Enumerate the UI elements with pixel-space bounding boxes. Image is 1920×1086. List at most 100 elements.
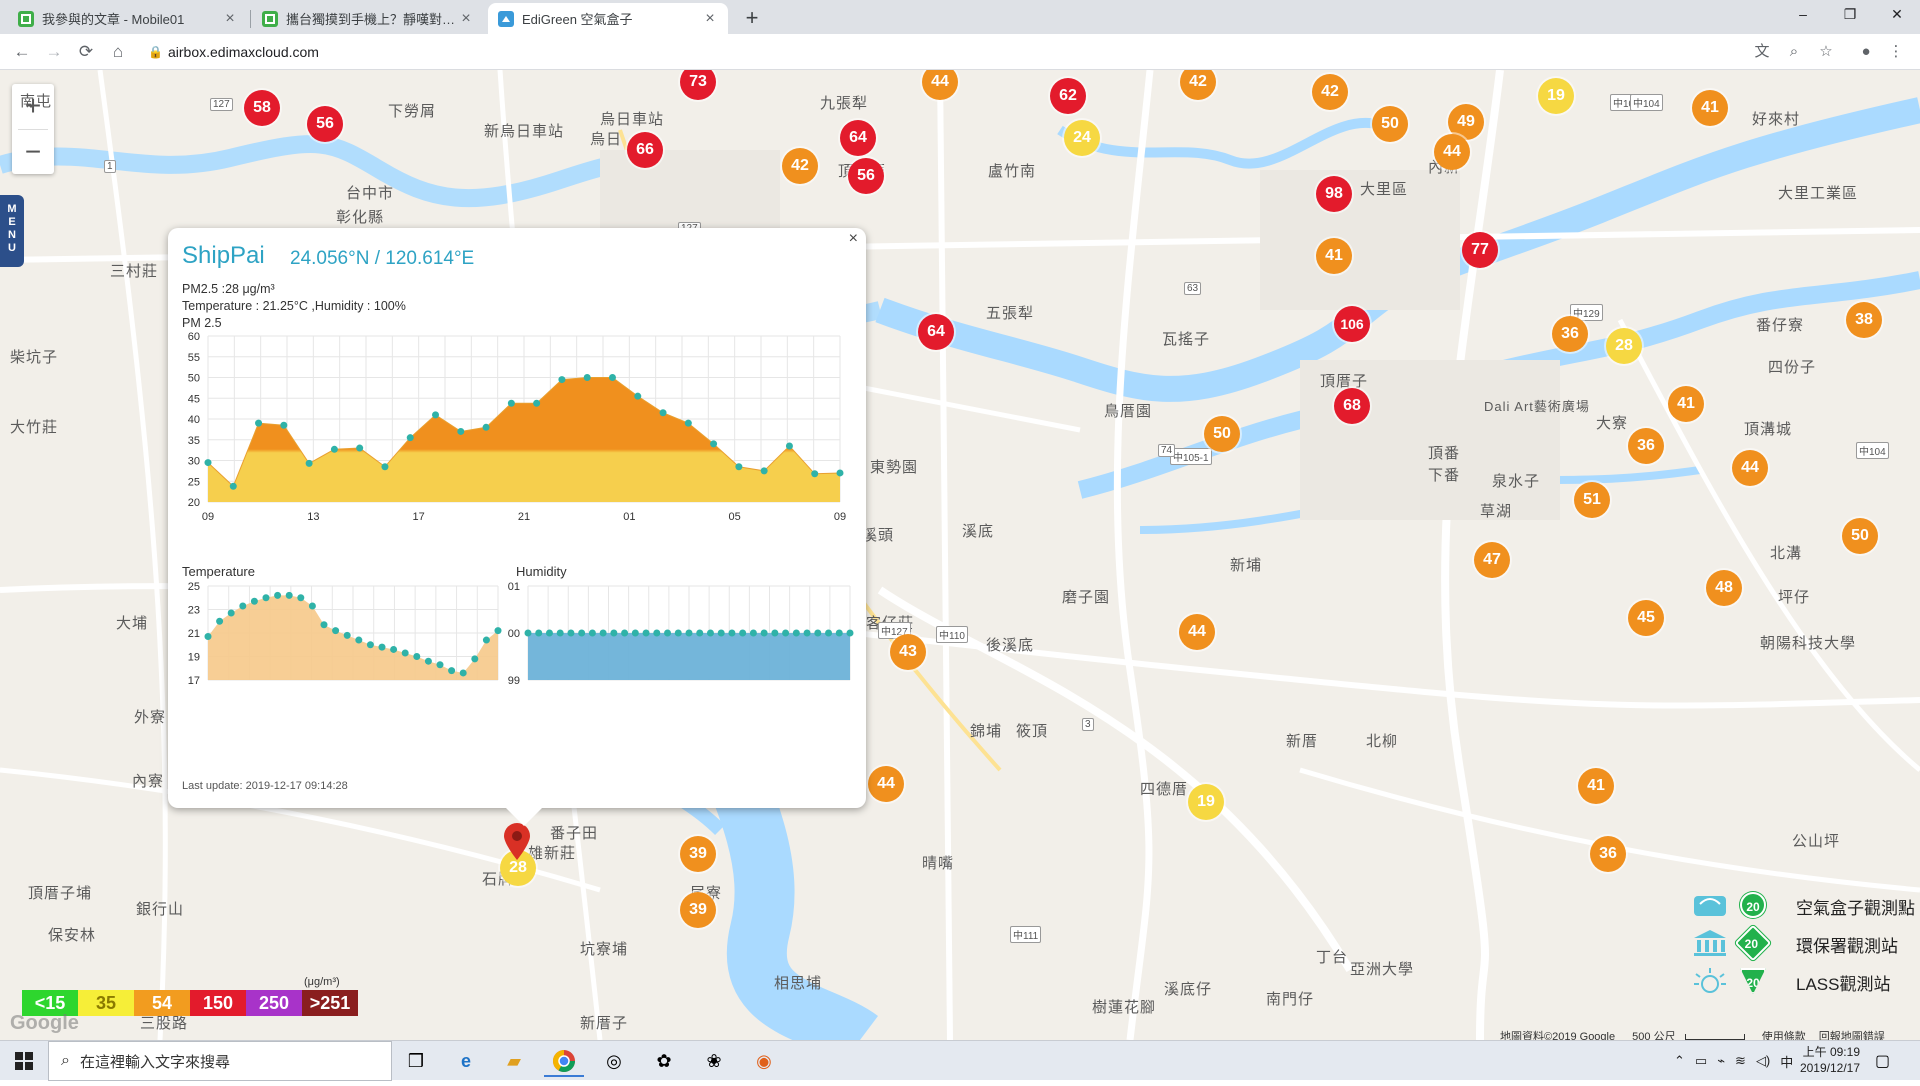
power-icon[interactable]: ⌁ bbox=[1717, 1053, 1725, 1069]
airbox-marker[interactable]: 38 bbox=[1846, 302, 1882, 338]
back-icon[interactable]: ← bbox=[8, 38, 36, 66]
scale-label[interactable]: 500 公尺 bbox=[1632, 1031, 1675, 1040]
chrome-icon[interactable] bbox=[544, 1045, 584, 1077]
app-icon-4[interactable]: ◉ bbox=[744, 1045, 784, 1077]
data-point bbox=[717, 629, 725, 637]
airbox-marker[interactable]: 51 bbox=[1574, 482, 1610, 518]
zoom-out-button[interactable]: − bbox=[12, 130, 54, 175]
airbox-marker[interactable]: 66 bbox=[627, 132, 663, 168]
airbox-marker[interactable]: 77 bbox=[1462, 232, 1498, 268]
airbox-marker[interactable]: 44 bbox=[1434, 134, 1470, 170]
wifi-icon[interactable]: ≋ bbox=[1735, 1053, 1746, 1069]
airbox-marker[interactable]: 28 bbox=[1606, 328, 1642, 364]
windows-start-icon[interactable] bbox=[0, 1041, 48, 1081]
map-canvas[interactable]: + − M E N U 南屯九張犁下勞屑烏日烏日車站新烏日車站台中市彰化縣頂前厝… bbox=[0, 70, 1920, 1040]
more-menu-icon[interactable]: ⋮ bbox=[1886, 42, 1906, 62]
task-view-icon[interactable]: ❒ bbox=[396, 1045, 436, 1077]
road-shield: 1 bbox=[104, 160, 116, 173]
place-label: 丁台 bbox=[1316, 949, 1349, 966]
app-icon-2[interactable]: ✿ bbox=[644, 1045, 684, 1077]
terms-link[interactable]: 使用條款 bbox=[1762, 1031, 1806, 1040]
airbox-marker[interactable]: 50 bbox=[1842, 518, 1878, 554]
y-tick-label: 17 bbox=[188, 675, 200, 687]
station-type-airbox[interactable]: 20 空氣盒子觀測點 bbox=[1690, 890, 1915, 920]
airbox-marker[interactable]: 106 bbox=[1334, 306, 1370, 342]
app-icon-1[interactable]: ◎ bbox=[594, 1045, 634, 1077]
place-label: 頂番 bbox=[1428, 445, 1461, 462]
translate-icon[interactable]: 文 bbox=[1752, 42, 1772, 62]
airbox-marker[interactable]: 19 bbox=[1538, 78, 1574, 114]
profile-icon[interactable]: ● bbox=[1856, 42, 1876, 62]
road-shield: 中105-1 bbox=[1170, 448, 1212, 465]
airbox-marker[interactable]: 64 bbox=[918, 314, 954, 350]
taskbar-search[interactable]: ⌕ 在這裡輸入文字來搜尋 bbox=[48, 1041, 392, 1081]
x-tick-label: 09 bbox=[202, 511, 214, 523]
airbox-marker[interactable]: 36 bbox=[1628, 428, 1664, 464]
tab-mobile01-news[interactable]: 攜台獨摸到手機上？靜嘆對中國有... × bbox=[252, 3, 484, 34]
airbox-marker[interactable]: 36 bbox=[1590, 836, 1626, 872]
airbox-marker[interactable]: 41 bbox=[1668, 386, 1704, 422]
airbox-marker[interactable]: 44 bbox=[1732, 450, 1768, 486]
station-type-epa[interactable]: 20 環保署觀測站 bbox=[1690, 924, 1898, 962]
new-tab-button[interactable]: + bbox=[738, 5, 766, 33]
airbox-marker[interactable]: 44 bbox=[1179, 614, 1215, 650]
close-tab-icon[interactable]: × bbox=[458, 10, 474, 28]
close-window-button[interactable]: ✕ bbox=[1874, 0, 1920, 30]
close-tab-icon[interactable]: × bbox=[702, 10, 718, 28]
airbox-marker[interactable]: 36 bbox=[1552, 316, 1588, 352]
maximize-button[interactable]: ❐ bbox=[1827, 0, 1873, 30]
notification-icon[interactable]: ▢ bbox=[1875, 1051, 1897, 1071]
airbox-marker[interactable]: 42 bbox=[782, 148, 818, 184]
airbox-marker[interactable]: 62 bbox=[1050, 78, 1086, 114]
airbox-marker[interactable]: 56 bbox=[848, 158, 884, 194]
edge-icon[interactable]: e bbox=[446, 1045, 486, 1077]
bookmark-star-icon[interactable]: ☆ bbox=[1816, 42, 1836, 62]
y-tick-label: 100 bbox=[508, 628, 520, 640]
airbox-marker[interactable]: 45 bbox=[1628, 600, 1664, 636]
airbox-marker[interactable]: 41 bbox=[1578, 768, 1614, 804]
temperature-chart-label: Temperature bbox=[182, 564, 255, 579]
app-icon-3[interactable]: ❀ bbox=[694, 1045, 734, 1077]
location-pin-icon[interactable] bbox=[502, 822, 532, 862]
volume-icon[interactable]: ◁) bbox=[1756, 1053, 1770, 1069]
report-error-link[interactable]: 回報地圖錯誤 bbox=[1819, 1031, 1885, 1040]
data-point bbox=[610, 629, 618, 637]
taskbar-clock[interactable]: 上午 09:19 2019/12/17 bbox=[1790, 1044, 1860, 1076]
clock-time: 上午 09:19 bbox=[1802, 1045, 1860, 1059]
home-icon[interactable]: ⌂ bbox=[104, 38, 132, 66]
menu-tab[interactable]: M E N U bbox=[0, 195, 24, 267]
minimize-button[interactable]: – bbox=[1780, 0, 1826, 30]
airbox-marker[interactable]: 24 bbox=[1064, 120, 1100, 156]
forward-icon[interactable]: → bbox=[40, 38, 68, 66]
airbox-marker[interactable]: 44 bbox=[868, 766, 904, 802]
battery-icon[interactable]: ▭ bbox=[1695, 1053, 1707, 1069]
airbox-marker[interactable]: 43 bbox=[890, 634, 926, 670]
airbox-marker[interactable]: 58 bbox=[244, 90, 280, 126]
place-label: 頂厝子埔 bbox=[28, 885, 93, 902]
address-bar[interactable]: 🔒 airbox.edimaxcloud.com bbox=[140, 38, 1780, 66]
airbox-marker[interactable]: 47 bbox=[1474, 542, 1510, 578]
tab-mobile01-articles[interactable]: 我參與的文章 - Mobile01 × bbox=[8, 3, 248, 34]
close-tab-icon[interactable]: × bbox=[222, 10, 238, 28]
airbox-marker[interactable]: 42 bbox=[1312, 74, 1348, 110]
station-type-lass[interactable]: 20 LASS觀測站 bbox=[1690, 966, 1890, 996]
airbox-marker[interactable]: 39 bbox=[680, 892, 716, 928]
file-explorer-icon[interactable]: ▰ bbox=[494, 1045, 534, 1077]
airbox-marker[interactable]: 48 bbox=[1706, 570, 1742, 606]
tab-edigreen[interactable]: EdiGreen 空氣盒子 × bbox=[488, 3, 728, 34]
airbox-marker[interactable]: 50 bbox=[1204, 416, 1240, 452]
airbox-marker[interactable]: 41 bbox=[1692, 90, 1728, 126]
airbox-marker[interactable]: 39 bbox=[680, 836, 716, 872]
airbox-marker[interactable]: 50 bbox=[1372, 106, 1408, 142]
airbox-marker[interactable]: 98 bbox=[1316, 176, 1352, 212]
airbox-marker[interactable]: 19 bbox=[1188, 784, 1224, 820]
data-point bbox=[390, 645, 398, 653]
airbox-marker[interactable]: 56 bbox=[307, 106, 343, 142]
airbox-marker[interactable]: 68 bbox=[1334, 388, 1370, 424]
airbox-marker[interactable]: 41 bbox=[1316, 238, 1352, 274]
tray-expand-icon[interactable]: ⌃ bbox=[1674, 1053, 1685, 1069]
zoom-icon[interactable]: ⌕ bbox=[1784, 42, 1804, 62]
airbox-marker[interactable]: 64 bbox=[840, 120, 876, 156]
close-popup-icon[interactable]: × bbox=[849, 230, 858, 248]
reload-icon[interactable]: ⟳ bbox=[72, 38, 100, 66]
